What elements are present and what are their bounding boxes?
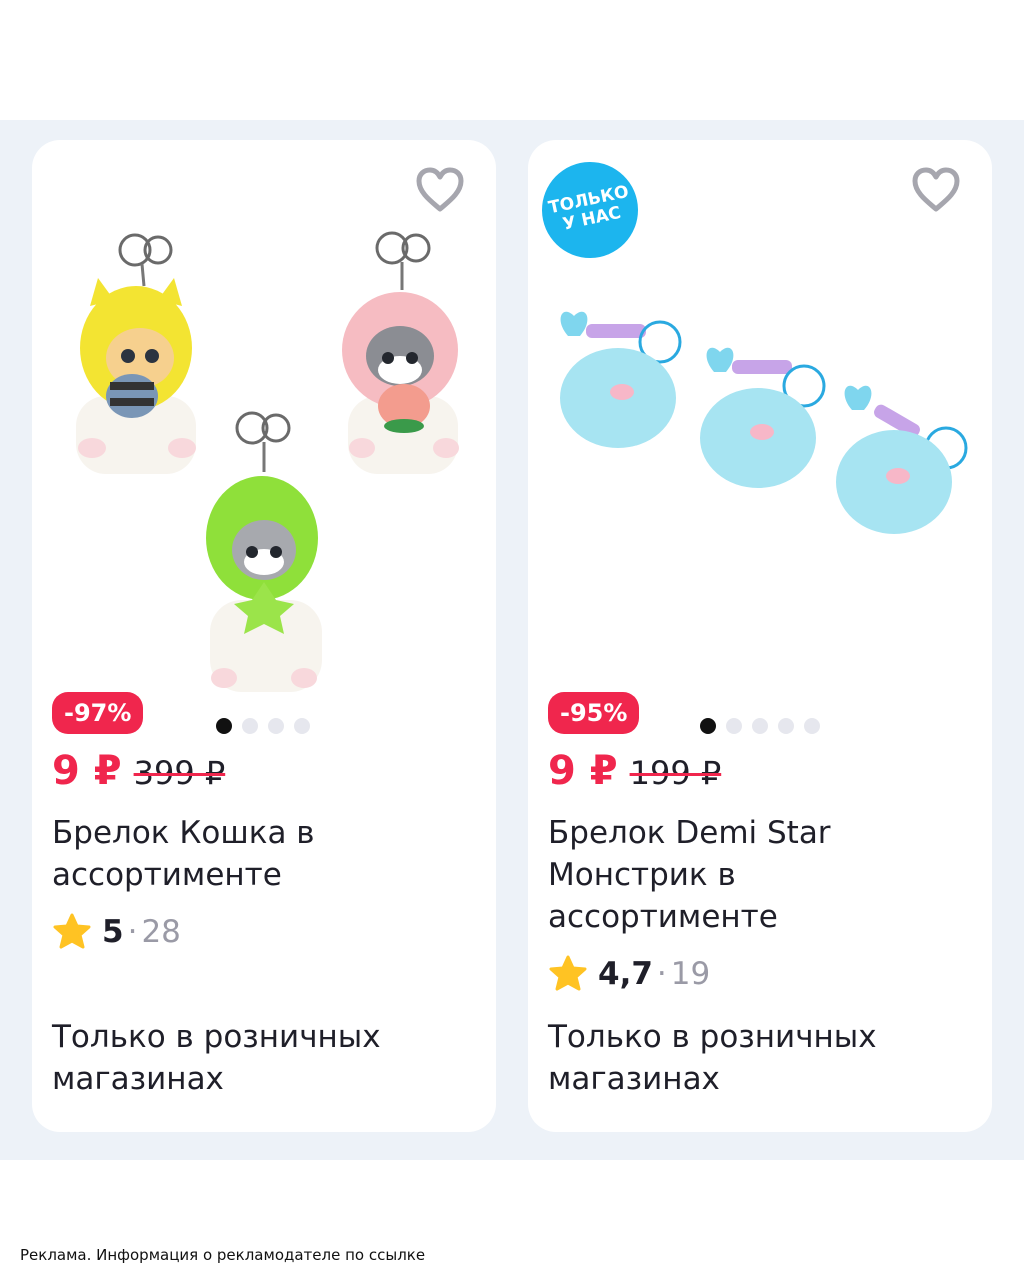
price-row: 9 ₽ 199 ₽ xyxy=(548,748,721,798)
review-count: 19 xyxy=(670,956,711,992)
carousel-dot-5[interactable] xyxy=(804,718,820,734)
discount-badge: -97% xyxy=(52,692,144,734)
review-count: 28 xyxy=(141,914,181,950)
monster-plush-3 xyxy=(836,385,968,534)
availability-note: Только в розничных магазинах xyxy=(548,1019,877,1097)
cat-plush-yellow xyxy=(76,233,196,474)
product-title[interactable]: Брелок Demi Star Монстрик в ассортименте xyxy=(548,812,968,938)
star-icon xyxy=(549,955,587,991)
carousel-dot-3[interactable] xyxy=(752,718,768,734)
advertising-disclaimer[interactable]: Реклама. Информация о рекламодателе по с… xyxy=(20,1246,425,1264)
rating-separator: · xyxy=(127,914,138,950)
product-rating: 5 · 28 xyxy=(52,910,181,954)
rating-separator: · xyxy=(656,956,667,992)
add-to-favorites-button[interactable] xyxy=(908,162,964,218)
image-carousel-dots xyxy=(700,718,820,734)
carousel-dot-2[interactable] xyxy=(242,718,258,734)
product-image-monster-keychains[interactable] xyxy=(528,220,992,740)
carousel-dot-3[interactable] xyxy=(268,718,284,734)
heart-outline-icon xyxy=(416,167,464,212)
carousel-dot-4[interactable] xyxy=(294,718,310,734)
current-price: 9 ₽ xyxy=(52,748,122,794)
carousel-dot-4[interactable] xyxy=(778,718,794,734)
cat-plush-pink xyxy=(342,231,459,474)
add-to-favorites-button[interactable] xyxy=(412,162,468,218)
old-price: 199 ₽ xyxy=(629,754,722,792)
star-icon xyxy=(53,913,91,949)
carousel-dot-1[interactable] xyxy=(216,718,232,734)
product-card-demi-star-keychain[interactable]: ТОЛЬКО У НАС -95% 9 ₽ 199 ₽ Брелок Demi … xyxy=(528,140,992,1132)
carousel-dot-2[interactable] xyxy=(726,718,742,734)
monster-plush-1 xyxy=(560,311,682,448)
rating-value: 4,7 xyxy=(598,956,653,992)
availability-note: Только в розничных магазинах xyxy=(52,1019,381,1097)
old-price: 399 ₽ xyxy=(133,754,226,792)
product-image-cat-keychains[interactable] xyxy=(32,220,496,740)
product-title[interactable]: Брелок Кошка в ассортименте xyxy=(52,812,472,896)
product-rating: 4,7 · 19 xyxy=(548,952,710,996)
heart-outline-icon xyxy=(912,167,960,212)
discount-badge: -95% xyxy=(548,692,640,734)
image-carousel-dots xyxy=(216,718,310,734)
carousel-dot-1[interactable] xyxy=(700,718,716,734)
cat-plush-green xyxy=(206,411,322,692)
current-price: 9 ₽ xyxy=(548,748,618,794)
rating-value: 5 xyxy=(102,914,124,950)
price-row: 9 ₽ 399 ₽ xyxy=(52,748,225,798)
monster-plush-2 xyxy=(700,347,826,488)
product-card-cat-keychain[interactable]: -97% 9 ₽ 399 ₽ Брелок Кошка в ассортимен… xyxy=(32,140,496,1132)
